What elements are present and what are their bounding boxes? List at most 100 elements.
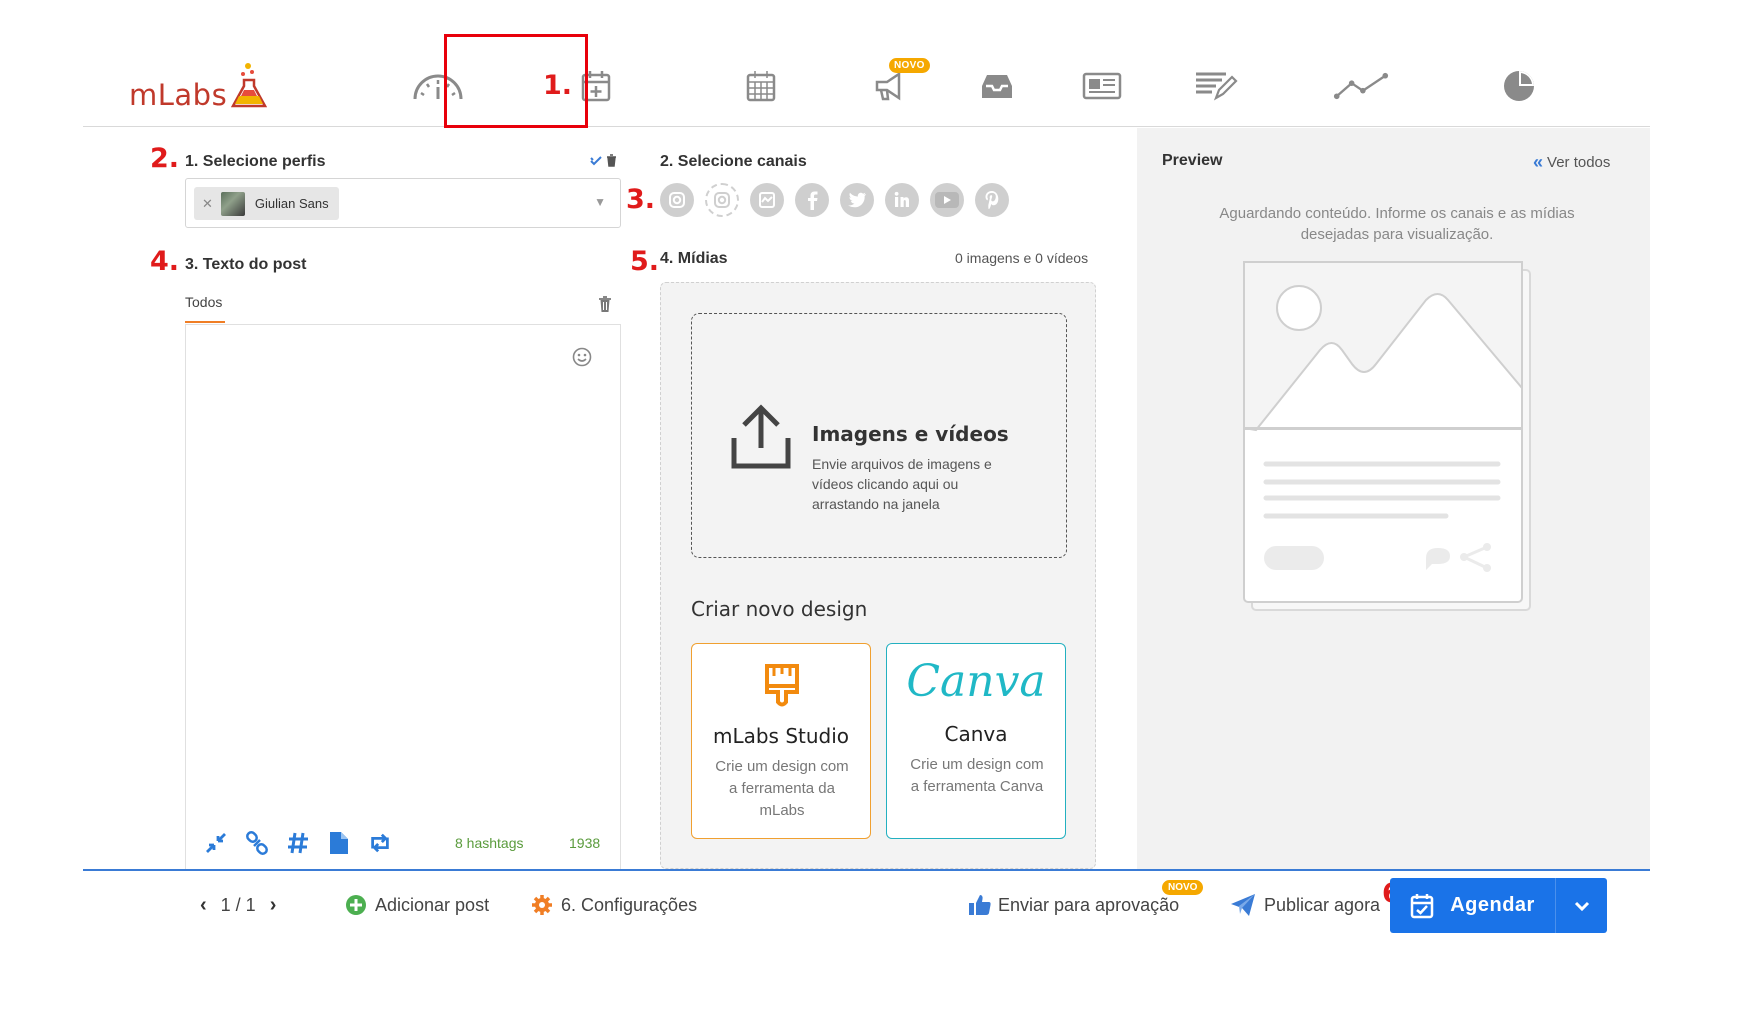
nav-calendar[interactable]	[733, 64, 789, 108]
document-tool[interactable]	[327, 831, 351, 855]
twitter-icon	[848, 192, 866, 208]
channel-instagram-stories[interactable]	[705, 183, 739, 217]
repost-tool[interactable]	[368, 831, 392, 855]
facebook-icon	[808, 191, 818, 210]
channel-instagram[interactable]	[660, 183, 694, 217]
post-text-title: 3. Texto do post	[185, 256, 307, 273]
schedule-button-group: Agendar	[1390, 878, 1607, 933]
settings-label: 6. Configurações	[561, 894, 698, 915]
nav-analytics[interactable]	[1333, 64, 1389, 108]
profile-chip[interactable]: ✕ Giulian Sans	[194, 187, 339, 220]
nav-pie-reports[interactable]	[1491, 64, 1547, 108]
linkedin-icon	[894, 191, 909, 207]
hashtag-tool[interactable]	[286, 831, 310, 855]
line-chart-icon	[1333, 72, 1389, 100]
flask-icon	[231, 63, 268, 108]
annotation-5: 5.	[630, 246, 660, 277]
remove-profile-icon[interactable]: ✕	[202, 196, 213, 212]
shorten-tool[interactable]	[204, 831, 228, 855]
instagram-icon	[669, 192, 685, 208]
upload-dropzone[interactable]: Imagens e vídeos Envie arquivos de image…	[691, 313, 1067, 558]
add-post-button[interactable]: Adicionar post	[345, 890, 489, 920]
avatar	[220, 191, 245, 216]
profiles-title: 1. Selecione perfis	[185, 153, 326, 170]
character-count: 1938	[569, 835, 601, 851]
instagram-stories-icon	[714, 192, 730, 208]
media-title: 4. Mídias	[660, 250, 728, 267]
publish-now-button[interactable]: Publicar agora	[1230, 890, 1380, 920]
schedule-button[interactable]: Agendar	[1390, 878, 1555, 933]
thumbs-up-icon	[969, 895, 991, 915]
annotation-2: 2.	[150, 143, 180, 174]
paintbrush-icon	[765, 664, 799, 707]
hashtag-count: 8 hashtags	[455, 835, 524, 851]
channels-title: 2. Selecione canais	[660, 153, 807, 170]
upload-title: Imagens e vídeos	[812, 422, 1009, 446]
pager-label: 1 / 1	[220, 894, 256, 915]
logo-text: mLabs	[129, 78, 228, 112]
canva-desc: Crie um design com a ferramenta Canva	[910, 756, 1044, 795]
dropdown-arrow-icon[interactable]: ▼	[594, 195, 606, 209]
link-tool[interactable]	[245, 831, 269, 855]
chevron-down-icon	[1574, 901, 1589, 911]
hashtag-icon	[288, 832, 308, 854]
send-for-approval-button[interactable]: Enviar para aprovação	[968, 890, 1179, 920]
create-design-title: Criar novo design	[691, 597, 868, 621]
top-navigation: mLabs NOVO	[83, 0, 1650, 127]
channel-messenger[interactable]	[750, 183, 784, 217]
channel-linkedin[interactable]	[885, 183, 919, 217]
pinterest-icon	[985, 191, 999, 209]
chevron-right-icon[interactable]: ›	[270, 894, 277, 917]
link-icon	[246, 831, 268, 855]
pie-chart-icon	[1504, 71, 1534, 101]
channel-facebook[interactable]	[795, 183, 829, 217]
novo-badge-approval: NOVO	[1162, 880, 1204, 895]
youtube-icon	[935, 192, 959, 208]
annotation-4: 4.	[150, 246, 180, 277]
media-count: 0 imagens e 0 vídeos	[955, 250, 1089, 266]
media-panel: Imagens e vídeos Envie arquivos de image…	[660, 282, 1096, 869]
tab-active-underline	[185, 321, 225, 323]
see-all-link[interactable]: « Ver todos	[1533, 152, 1610, 173]
preview-title: Preview	[1162, 152, 1223, 169]
check-all-icon[interactable]	[590, 155, 602, 167]
inbox-icon	[982, 75, 1012, 98]
nav-feed[interactable]	[1074, 64, 1130, 108]
delete-text-icon[interactable]	[598, 296, 612, 313]
settings-button[interactable]: 6. Configurações	[531, 890, 697, 920]
canva-name: Canva	[944, 722, 1008, 746]
mlabs-studio-card[interactable]: mLabs Studio Crie um design com a ferram…	[691, 643, 871, 839]
schedule-label: Agendar	[1450, 894, 1535, 916]
post-text-editor[interactable]: 8 hashtags 1938	[185, 324, 621, 869]
annotation-3: 3.	[626, 184, 656, 215]
see-all-label: Ver todos	[1547, 154, 1611, 171]
canva-card[interactable]: Canva Canva Crie um design com a ferrame…	[886, 643, 1066, 839]
chevron-left-icon[interactable]: ‹	[200, 894, 207, 917]
mlabs-logo[interactable]: mLabs	[129, 56, 268, 112]
add-post-label: Adicionar post	[375, 894, 490, 915]
channel-pinterest[interactable]	[975, 183, 1009, 217]
retweet-icon	[371, 833, 389, 853]
profile-name: Giulian Sans	[254, 196, 329, 211]
nav-inbox[interactable]	[969, 64, 1025, 108]
megaphone-icon	[875, 71, 901, 101]
profile-select[interactable]: ✕ Giulian Sans ▼	[185, 178, 621, 228]
upload-icon	[731, 404, 791, 469]
nav-reports-edit[interactable]	[1188, 64, 1244, 108]
paper-plane-icon	[1231, 894, 1255, 916]
channel-youtube[interactable]	[930, 183, 964, 217]
edit-list-icon	[1196, 72, 1238, 101]
newspaper-icon	[1082, 72, 1122, 100]
emoji-icon[interactable]	[572, 347, 592, 367]
channel-twitter[interactable]	[840, 183, 874, 217]
preview-panel: Preview « Ver todos Aguardando conteúdo.…	[1137, 128, 1650, 869]
mlabs-studio-name: mLabs Studio	[712, 724, 850, 748]
novo-badge: NOVO	[889, 58, 930, 73]
schedule-options-toggle[interactable]	[1555, 878, 1607, 933]
clear-profiles-icon[interactable]	[606, 154, 617, 167]
calendar-check-icon	[1410, 893, 1434, 918]
nav-ads[interactable]: NOVO	[863, 58, 930, 108]
tab-todos[interactable]: Todos	[185, 294, 222, 310]
mlabs-studio-desc: Crie um design com a ferramenta da mLabs	[715, 758, 849, 819]
calendar-icon	[746, 71, 776, 102]
